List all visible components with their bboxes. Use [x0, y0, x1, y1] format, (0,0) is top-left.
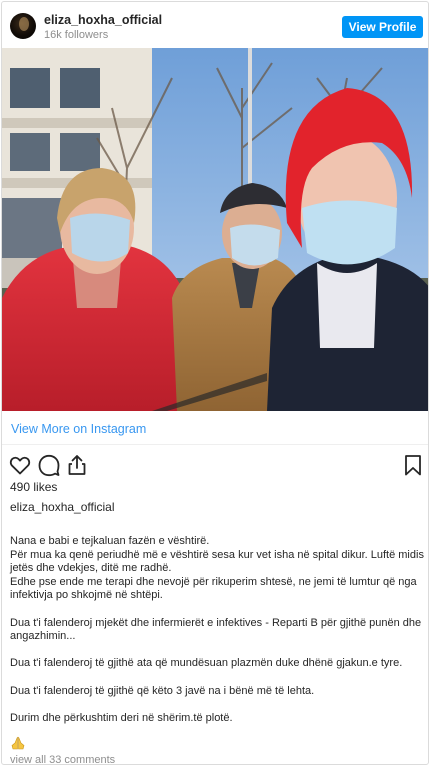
- username[interactable]: eliza_hoxha_official: [44, 13, 162, 27]
- view-more-on-instagram-link[interactable]: View More on Instagram: [11, 422, 146, 436]
- share-icon[interactable]: [65, 453, 89, 477]
- caption-line: Për mua ka qenë periudhë më e vështirë s…: [10, 548, 424, 575]
- avatar[interactable]: [10, 13, 36, 39]
- caption-line: Dua t'i falenderoj të gjithë ata që mund…: [10, 657, 403, 670]
- comment-icon[interactable]: [37, 453, 61, 477]
- view-all-comments-link[interactable]: view all 33 comments: [10, 754, 115, 764]
- post-photo[interactable]: [2, 48, 428, 411]
- post-caption: Nana e babi e tejkaluan fazën e vështirë…: [10, 535, 424, 725]
- caption-username[interactable]: eliza_hoxha_official: [10, 500, 115, 514]
- view-profile-button[interactable]: View Profile: [342, 16, 423, 38]
- folded-hands-icon: [10, 736, 26, 750]
- divider: [2, 444, 428, 445]
- instagram-embed-card: eliza_hoxha_official 16k followers View …: [1, 1, 429, 765]
- caption-line: Dua t'i falenderoj të gjithë që këto 3 j…: [10, 684, 315, 697]
- caption-line: Durim dhe përkushtim deri në shërim.të p…: [10, 711, 233, 724]
- caption-line: Dua t'i falenderoj mjekët dhe infermierë…: [10, 616, 422, 643]
- caption-line: Edhe pse ende me terapi dhe nevojë për r…: [10, 575, 417, 602]
- bookmark-icon[interactable]: [401, 453, 425, 477]
- follower-count: 16k followers: [44, 29, 109, 41]
- post-header: eliza_hoxha_official 16k followers View …: [2, 2, 428, 50]
- caption-line: Nana e babi e tejkaluan fazën e vështirë…: [10, 535, 210, 547]
- like-count[interactable]: 490 likes: [10, 480, 57, 494]
- heart-icon[interactable]: [8, 453, 32, 477]
- action-bar: [2, 450, 428, 480]
